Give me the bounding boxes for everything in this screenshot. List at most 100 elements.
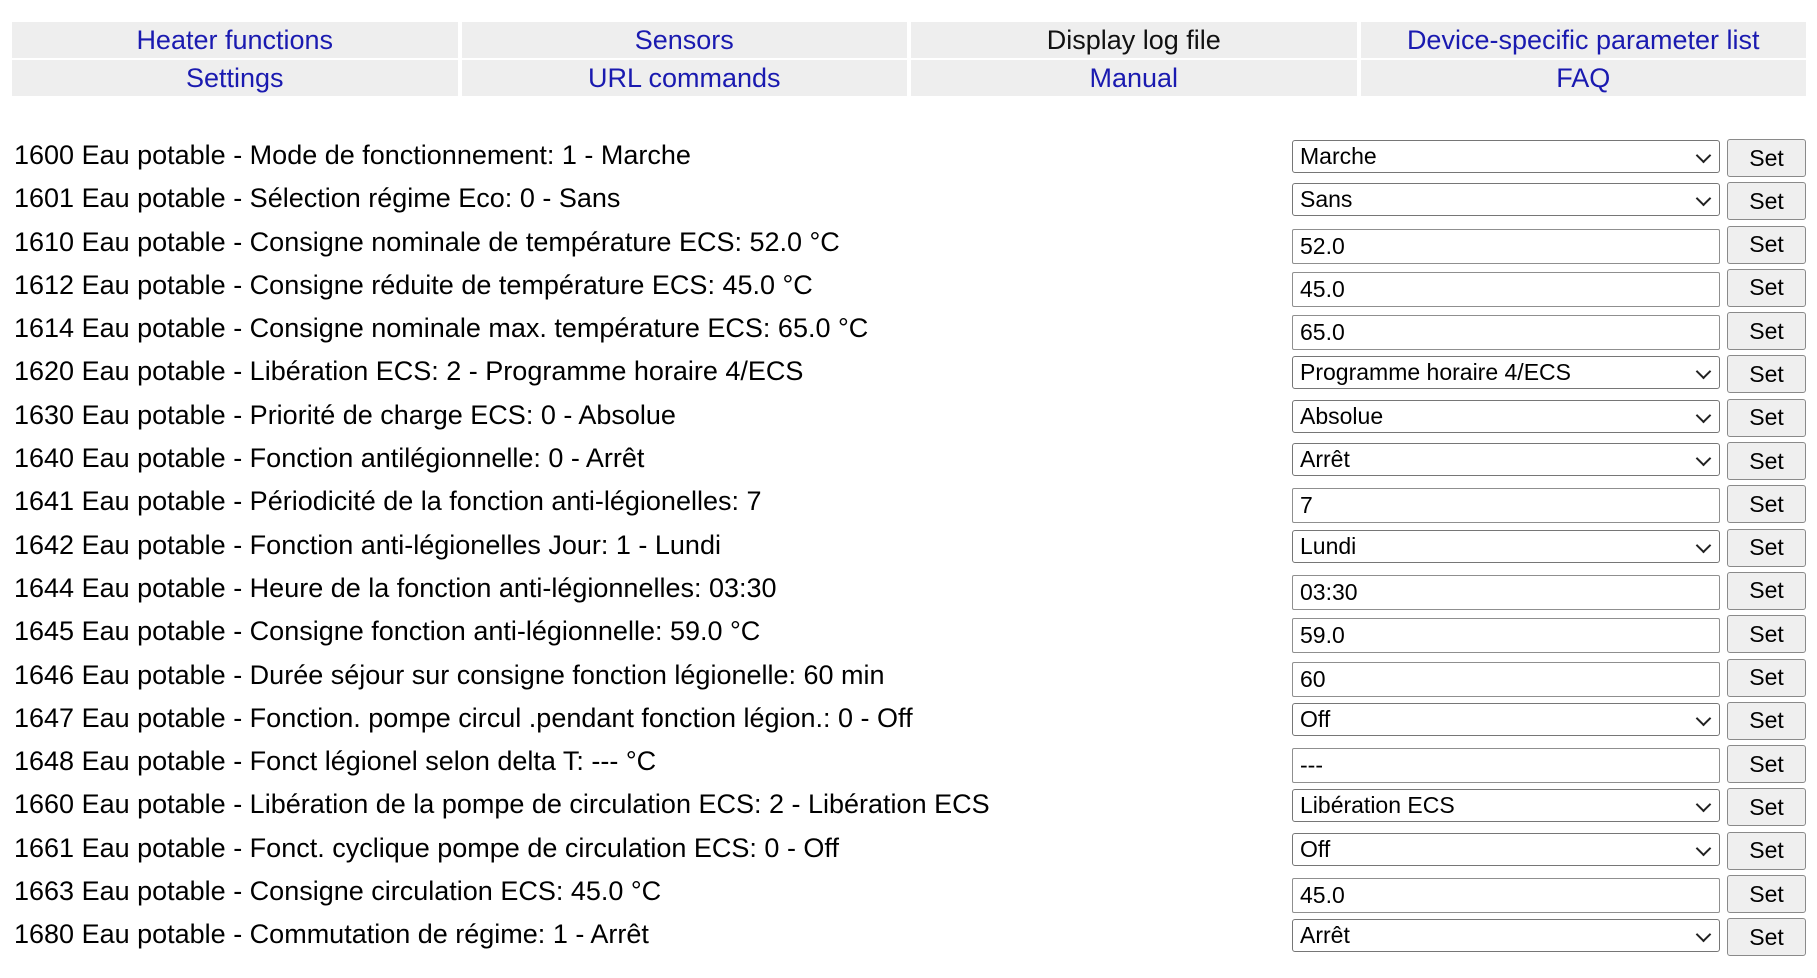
parameter-label: 1661 Eau potable - Fonct. cyclique pompe… <box>14 832 839 863</box>
top-navigation: Heater functions Sensors Display log file D… <box>12 22 1806 96</box>
chevron-down-icon <box>1695 927 1712 943</box>
select-value: Libération ECS <box>1300 792 1455 819</box>
set-button[interactable]: Set <box>1727 312 1806 351</box>
chevron-down-icon <box>1695 450 1712 467</box>
select-value: Off <box>1300 705 1331 732</box>
parameter-label: 1614 Eau potable - Consigne nominale max… <box>14 313 869 344</box>
nav-item-device-specific-parameter-list[interactable]: Device-specific parameter list <box>1360 22 1806 58</box>
parameter-row: 1630 Eau potable - Priorité de charge EC… <box>0 398 1817 441</box>
parameter-label: 1642 Eau potable - Fonction anti-légione… <box>14 529 721 560</box>
parameter-row: 1647 Eau potable - Fonction. pompe circu… <box>0 701 1817 744</box>
parameter-label: 1640 Eau potable - Fonction antilégionne… <box>14 443 645 474</box>
chevron-down-icon <box>1695 407 1712 424</box>
set-button[interactable]: Set <box>1727 139 1806 177</box>
parameter-row: 1640 Eau potable - Fonction antilégionne… <box>0 441 1817 484</box>
set-button[interactable]: Set <box>1727 398 1806 437</box>
select-value: Off <box>1300 835 1331 862</box>
parameter-row: 1661 Eau potable - Fonct. cyclique pompe… <box>0 831 1817 874</box>
select-value: Marche <box>1300 143 1377 169</box>
set-button[interactable]: Set <box>1727 788 1806 827</box>
parameter-row: 1646 Eau potable - Durée séjour sur cons… <box>0 658 1817 701</box>
parameter-label: 1601 Eau potable - Sélection régime Eco:… <box>14 183 621 214</box>
parameter-label: 1645 Eau potable - Consigne fonction ant… <box>14 616 761 647</box>
parameter-label: 1620 Eau potable - Libération ECS: 2 - P… <box>14 356 804 387</box>
nav-item-display-log-file: Display log file <box>911 22 1357 58</box>
parameter-select[interactable]: Off <box>1292 702 1720 736</box>
parameter-row: 1644 Eau potable - Heure de la fonction … <box>0 571 1817 614</box>
select-value: Absolue <box>1300 402 1384 429</box>
set-button[interactable]: Set <box>1727 918 1806 957</box>
parameter-row: 1610 Eau potable - Consigne nominale de … <box>0 225 1817 268</box>
parameter-label: 1641 Eau potable - Périodicité de la fon… <box>14 486 762 517</box>
parameter-row: 1680 Eau potable - Commutation de régime… <box>0 917 1817 960</box>
parameter-input[interactable]: 7 <box>1292 488 1720 524</box>
parameter-select[interactable]: Lundi <box>1292 529 1720 563</box>
parameter-row: 1645 Eau potable - Consigne fonction ant… <box>0 614 1817 657</box>
parameter-label: 1648 Eau potable - Fonct légionel selon … <box>14 746 657 777</box>
chevron-down-icon <box>1695 537 1712 553</box>
nav-item-settings[interactable]: Settings <box>12 60 458 96</box>
parameter-label: 1660 Eau potable - Libération de la pomp… <box>14 789 990 820</box>
parameter-select[interactable]: Marche <box>1292 140 1720 173</box>
parameter-input[interactable]: --- <box>1292 748 1720 784</box>
parameter-label: 1647 Eau potable - Fonction. pompe circu… <box>14 702 913 733</box>
parameter-input[interactable]: 52.0 <box>1292 228 1720 264</box>
set-button[interactable]: Set <box>1727 182 1806 221</box>
parameter-select[interactable]: Sans <box>1292 183 1720 217</box>
parameter-input[interactable]: 60 <box>1292 661 1720 697</box>
chevron-down-icon <box>1695 797 1712 813</box>
set-button[interactable]: Set <box>1727 225 1806 264</box>
parameter-select[interactable]: Programme horaire 4/ECS <box>1292 356 1720 390</box>
parameter-select[interactable]: Arrêt <box>1292 443 1720 477</box>
parameter-label: 1610 Eau potable - Consigne nominale de … <box>14 226 840 257</box>
parameter-label: 1600 Eau potable - Mode de fonctionnemen… <box>14 140 691 170</box>
parameter-select[interactable]: Arrêt <box>1292 919 1720 953</box>
set-button[interactable]: Set <box>1727 268 1806 307</box>
set-button[interactable]: Set <box>1727 658 1806 697</box>
parameter-list: 1600 Eau potable - Mode de fonctionnemen… <box>0 138 1817 961</box>
parameter-input[interactable]: 45.0 <box>1292 878 1720 914</box>
parameter-select[interactable]: Off <box>1292 832 1720 866</box>
set-button[interactable]: Set <box>1727 701 1806 740</box>
parameter-input[interactable]: 45.0 <box>1292 271 1720 307</box>
set-button[interactable]: Set <box>1727 831 1806 870</box>
chevron-down-icon <box>1695 147 1712 164</box>
nav-item-heater-functions[interactable]: Heater functions <box>12 22 458 58</box>
select-value: Lundi <box>1300 532 1357 559</box>
parameter-row: 1663 Eau potable - Consigne circulation … <box>0 874 1817 917</box>
parameter-row: 1601 Eau potable - Sélection régime Eco:… <box>0 181 1817 224</box>
set-button[interactable]: Set <box>1727 355 1806 394</box>
parameter-label: 1630 Eau potable - Priorité de charge EC… <box>14 399 676 430</box>
parameter-row: 1612 Eau potable - Consigne réduite de t… <box>0 268 1817 311</box>
parameter-input[interactable]: 65.0 <box>1292 315 1720 351</box>
select-value: Arrêt <box>1300 446 1350 473</box>
set-button[interactable]: Set <box>1727 442 1806 481</box>
nav-item-faq[interactable]: FAQ <box>1360 60 1806 96</box>
set-button[interactable]: Set <box>1727 745 1806 784</box>
parameter-input[interactable]: 03:30 <box>1292 574 1720 610</box>
parameter-label: 1612 Eau potable - Consigne réduite de t… <box>14 269 813 300</box>
select-value: Programme horaire 4/ECS <box>1300 359 1571 386</box>
set-button[interactable]: Set <box>1727 571 1806 610</box>
parameter-input[interactable]: 59.0 <box>1292 618 1720 654</box>
chevron-down-icon <box>1695 191 1712 207</box>
nav-item-url-commands[interactable]: URL commands <box>461 60 907 96</box>
parameter-label: 1663 Eau potable - Consigne circulation … <box>14 876 662 907</box>
parameter-row: 1620 Eau potable - Libération ECS: 2 - P… <box>0 354 1817 397</box>
parameter-select[interactable]: Absolue <box>1292 399 1720 433</box>
select-value: Arrêt <box>1300 922 1350 949</box>
parameter-row: 1660 Eau potable - Libération de la pomp… <box>0 787 1817 830</box>
parameter-row: 1600 Eau potable - Mode de fonctionnemen… <box>0 138 1817 181</box>
parameter-label: 1680 Eau potable - Commutation de régime… <box>14 919 649 950</box>
parameter-select[interactable]: Libération ECS <box>1292 789 1720 823</box>
set-button[interactable]: Set <box>1727 615 1806 654</box>
set-button[interactable]: Set <box>1727 875 1806 914</box>
page: Heater functions Sensors Display log file D… <box>0 0 1817 978</box>
parameter-label: 1646 Eau potable - Durée séjour sur cons… <box>14 659 885 690</box>
chevron-down-icon <box>1695 710 1712 727</box>
nav-item-sensors[interactable]: Sensors <box>461 22 907 58</box>
set-button[interactable]: Set <box>1727 528 1806 567</box>
set-button[interactable]: Set <box>1727 485 1806 524</box>
nav-item-manual[interactable]: Manual <box>911 60 1357 96</box>
chevron-down-icon <box>1695 364 1712 380</box>
